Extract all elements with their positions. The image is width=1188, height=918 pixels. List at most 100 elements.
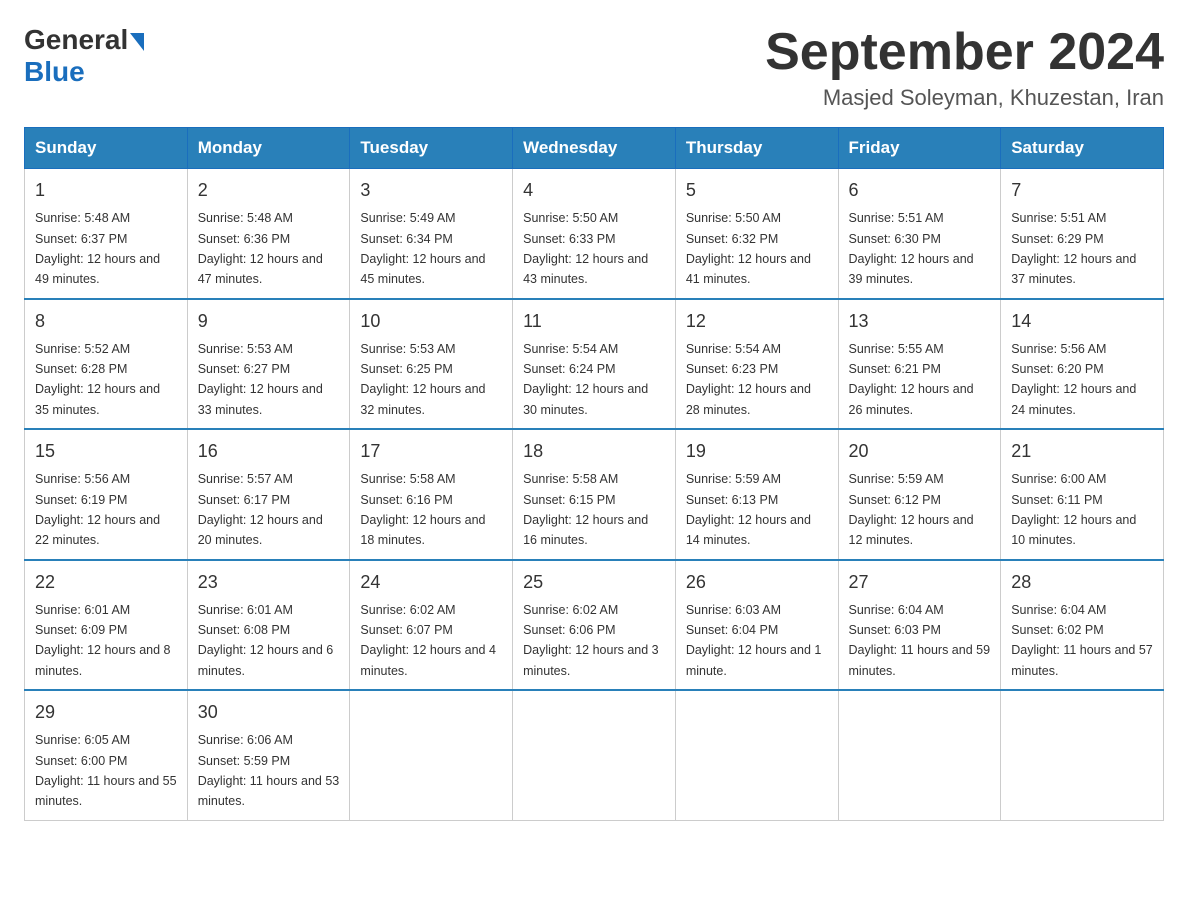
day-info: Sunrise: 6:00 AMSunset: 6:11 PMDaylight:…: [1011, 472, 1136, 547]
logo-general-text: General: [24, 24, 128, 56]
day-info: Sunrise: 6:04 AMSunset: 6:03 PMDaylight:…: [849, 603, 991, 678]
table-row: [675, 690, 838, 820]
table-row: [1001, 690, 1164, 820]
table-row: 22 Sunrise: 6:01 AMSunset: 6:09 PMDaylig…: [25, 560, 188, 691]
location-title: Masjed Soleyman, Khuzestan, Iran: [765, 85, 1164, 111]
day-number: 6: [849, 177, 991, 204]
table-row: 12 Sunrise: 5:54 AMSunset: 6:23 PMDaylig…: [675, 299, 838, 430]
table-row: 26 Sunrise: 6:03 AMSunset: 6:04 PMDaylig…: [675, 560, 838, 691]
table-row: 16 Sunrise: 5:57 AMSunset: 6:17 PMDaylig…: [187, 429, 350, 560]
day-info: Sunrise: 5:55 AMSunset: 6:21 PMDaylight:…: [849, 342, 974, 417]
day-number: 9: [198, 308, 340, 335]
day-number: 25: [523, 569, 665, 596]
day-number: 20: [849, 438, 991, 465]
day-number: 5: [686, 177, 828, 204]
table-row: 1 Sunrise: 5:48 AMSunset: 6:37 PMDayligh…: [25, 169, 188, 299]
day-number: 24: [360, 569, 502, 596]
day-number: 13: [849, 308, 991, 335]
table-row: 5 Sunrise: 5:50 AMSunset: 6:32 PMDayligh…: [675, 169, 838, 299]
table-row: 3 Sunrise: 5:49 AMSunset: 6:34 PMDayligh…: [350, 169, 513, 299]
logo-triangle-icon: [130, 33, 144, 51]
table-row: 29 Sunrise: 6:05 AMSunset: 6:00 PMDaylig…: [25, 690, 188, 820]
table-row: 15 Sunrise: 5:56 AMSunset: 6:19 PMDaylig…: [25, 429, 188, 560]
day-number: 26: [686, 569, 828, 596]
day-number: 22: [35, 569, 177, 596]
table-row: 23 Sunrise: 6:01 AMSunset: 6:08 PMDaylig…: [187, 560, 350, 691]
table-row: 11 Sunrise: 5:54 AMSunset: 6:24 PMDaylig…: [513, 299, 676, 430]
day-number: 14: [1011, 308, 1153, 335]
table-row: 25 Sunrise: 6:02 AMSunset: 6:06 PMDaylig…: [513, 560, 676, 691]
table-row: 8 Sunrise: 5:52 AMSunset: 6:28 PMDayligh…: [25, 299, 188, 430]
table-row: [513, 690, 676, 820]
table-row: 10 Sunrise: 5:53 AMSunset: 6:25 PMDaylig…: [350, 299, 513, 430]
day-number: 28: [1011, 569, 1153, 596]
day-info: Sunrise: 6:06 AMSunset: 5:59 PMDaylight:…: [198, 733, 340, 808]
title-block: September 2024 Masjed Soleyman, Khuzesta…: [765, 24, 1164, 111]
header-wednesday: Wednesday: [513, 128, 676, 169]
table-row: 9 Sunrise: 5:53 AMSunset: 6:27 PMDayligh…: [187, 299, 350, 430]
day-info: Sunrise: 6:02 AMSunset: 6:07 PMDaylight:…: [360, 603, 496, 678]
logo: General Blue: [24, 24, 144, 88]
day-info: Sunrise: 5:58 AMSunset: 6:15 PMDaylight:…: [523, 472, 648, 547]
calendar-week-row: 8 Sunrise: 5:52 AMSunset: 6:28 PMDayligh…: [25, 299, 1164, 430]
day-info: Sunrise: 5:59 AMSunset: 6:12 PMDaylight:…: [849, 472, 974, 547]
table-row: 17 Sunrise: 5:58 AMSunset: 6:16 PMDaylig…: [350, 429, 513, 560]
day-number: 21: [1011, 438, 1153, 465]
table-row: 7 Sunrise: 5:51 AMSunset: 6:29 PMDayligh…: [1001, 169, 1164, 299]
table-row: 6 Sunrise: 5:51 AMSunset: 6:30 PMDayligh…: [838, 169, 1001, 299]
day-number: 27: [849, 569, 991, 596]
header-sunday: Sunday: [25, 128, 188, 169]
month-title: September 2024: [765, 24, 1164, 81]
table-row: 21 Sunrise: 6:00 AMSunset: 6:11 PMDaylig…: [1001, 429, 1164, 560]
day-info: Sunrise: 5:56 AMSunset: 6:20 PMDaylight:…: [1011, 342, 1136, 417]
day-info: Sunrise: 5:52 AMSunset: 6:28 PMDaylight:…: [35, 342, 160, 417]
calendar-week-row: 15 Sunrise: 5:56 AMSunset: 6:19 PMDaylig…: [25, 429, 1164, 560]
day-info: Sunrise: 5:51 AMSunset: 6:30 PMDaylight:…: [849, 211, 974, 286]
day-number: 30: [198, 699, 340, 726]
calendar-header-row: Sunday Monday Tuesday Wednesday Thursday…: [25, 128, 1164, 169]
day-info: Sunrise: 5:51 AMSunset: 6:29 PMDaylight:…: [1011, 211, 1136, 286]
day-info: Sunrise: 5:48 AMSunset: 6:37 PMDaylight:…: [35, 211, 160, 286]
table-row: 13 Sunrise: 5:55 AMSunset: 6:21 PMDaylig…: [838, 299, 1001, 430]
table-row: 18 Sunrise: 5:58 AMSunset: 6:15 PMDaylig…: [513, 429, 676, 560]
day-number: 1: [35, 177, 177, 204]
day-number: 10: [360, 308, 502, 335]
day-info: Sunrise: 5:53 AMSunset: 6:25 PMDaylight:…: [360, 342, 485, 417]
calendar-week-row: 29 Sunrise: 6:05 AMSunset: 6:00 PMDaylig…: [25, 690, 1164, 820]
day-info: Sunrise: 5:59 AMSunset: 6:13 PMDaylight:…: [686, 472, 811, 547]
day-number: 16: [198, 438, 340, 465]
table-row: 28 Sunrise: 6:04 AMSunset: 6:02 PMDaylig…: [1001, 560, 1164, 691]
day-number: 4: [523, 177, 665, 204]
day-number: 23: [198, 569, 340, 596]
day-number: 18: [523, 438, 665, 465]
table-row: 2 Sunrise: 5:48 AMSunset: 6:36 PMDayligh…: [187, 169, 350, 299]
day-info: Sunrise: 5:49 AMSunset: 6:34 PMDaylight:…: [360, 211, 485, 286]
day-number: 2: [198, 177, 340, 204]
header-monday: Monday: [187, 128, 350, 169]
table-row: [350, 690, 513, 820]
table-row: 27 Sunrise: 6:04 AMSunset: 6:03 PMDaylig…: [838, 560, 1001, 691]
table-row: 4 Sunrise: 5:50 AMSunset: 6:33 PMDayligh…: [513, 169, 676, 299]
logo-blue-part: [128, 33, 144, 47]
day-info: Sunrise: 5:54 AMSunset: 6:23 PMDaylight:…: [686, 342, 811, 417]
day-info: Sunrise: 6:04 AMSunset: 6:02 PMDaylight:…: [1011, 603, 1153, 678]
day-info: Sunrise: 6:01 AMSunset: 6:08 PMDaylight:…: [198, 603, 334, 678]
day-number: 8: [35, 308, 177, 335]
table-row: 24 Sunrise: 6:02 AMSunset: 6:07 PMDaylig…: [350, 560, 513, 691]
day-info: Sunrise: 6:05 AMSunset: 6:00 PMDaylight:…: [35, 733, 177, 808]
calendar-table: Sunday Monday Tuesday Wednesday Thursday…: [24, 127, 1164, 821]
table-row: [838, 690, 1001, 820]
day-info: Sunrise: 6:02 AMSunset: 6:06 PMDaylight:…: [523, 603, 659, 678]
table-row: 30 Sunrise: 6:06 AMSunset: 5:59 PMDaylig…: [187, 690, 350, 820]
day-number: 12: [686, 308, 828, 335]
day-info: Sunrise: 5:56 AMSunset: 6:19 PMDaylight:…: [35, 472, 160, 547]
logo-blue-text: Blue: [24, 56, 85, 88]
day-info: Sunrise: 5:53 AMSunset: 6:27 PMDaylight:…: [198, 342, 323, 417]
day-number: 3: [360, 177, 502, 204]
table-row: 14 Sunrise: 5:56 AMSunset: 6:20 PMDaylig…: [1001, 299, 1164, 430]
day-number: 7: [1011, 177, 1153, 204]
header-tuesday: Tuesday: [350, 128, 513, 169]
day-number: 29: [35, 699, 177, 726]
table-row: 20 Sunrise: 5:59 AMSunset: 6:12 PMDaylig…: [838, 429, 1001, 560]
table-row: 19 Sunrise: 5:59 AMSunset: 6:13 PMDaylig…: [675, 429, 838, 560]
